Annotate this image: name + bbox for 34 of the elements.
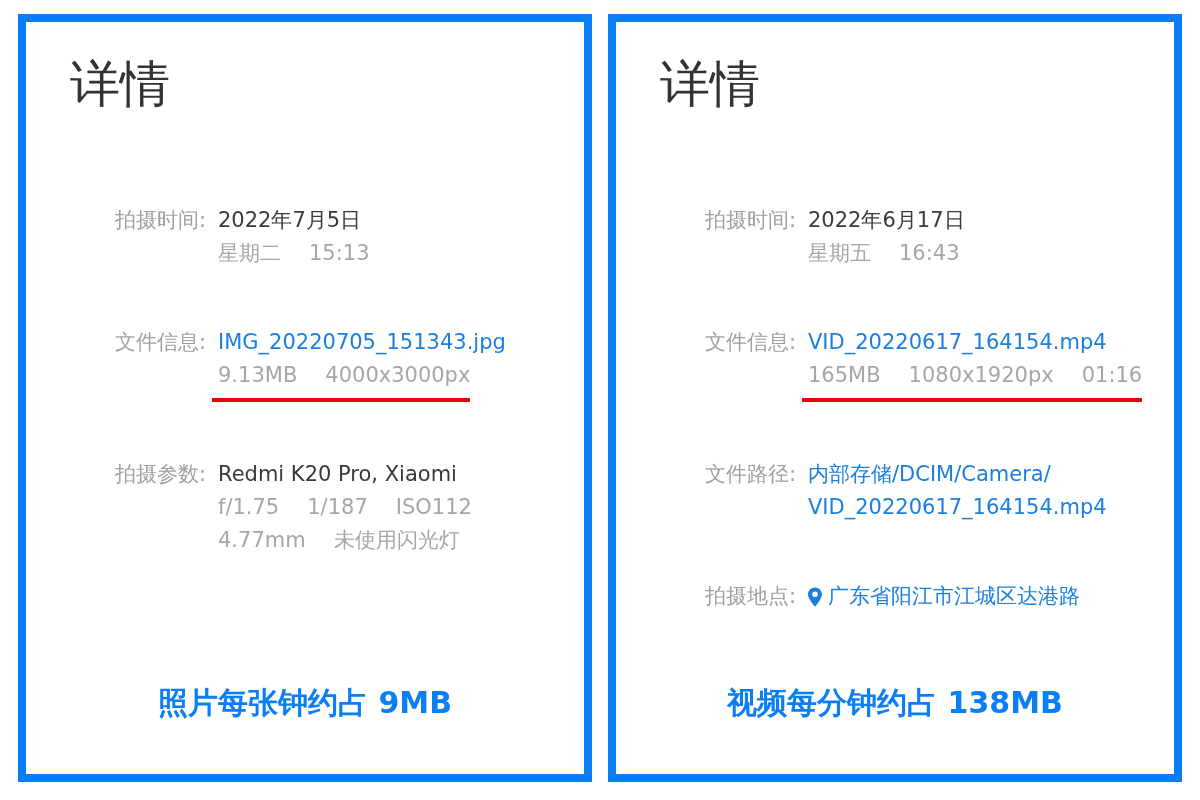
caption-text: 照片每张钟约占 9MB <box>157 684 452 722</box>
value-text: 2022年7月5日 <box>218 207 362 234</box>
value-text: 9.13MB <box>218 362 298 389</box>
field-label: 文件信息: <box>113 329 206 356</box>
value-text: 01:16 <box>1081 362 1143 389</box>
link-text[interactable]: 广东省阳江市江城区达港路 <box>828 580 1080 613</box>
field-label: 拍摄地点: <box>703 583 796 610</box>
field-label: 拍摄时间: <box>113 207 206 234</box>
link-text[interactable]: VID_20220617_164154.mp4 <box>808 326 1107 359</box>
link-text[interactable]: 内部存储/DCIM/Camera/ <box>808 458 1051 491</box>
field-label: 拍摄时间: <box>703 207 796 234</box>
link-text[interactable]: VID_20220617_164154.mp4 <box>808 491 1107 524</box>
value-text: 4.77mm <box>218 527 306 554</box>
location-pin-icon <box>808 586 822 607</box>
value-text: 16:43 <box>899 240 960 267</box>
value-text: 4000x3000px <box>325 362 471 389</box>
value-text: 1080x1920px <box>908 362 1054 389</box>
field-label: 文件信息: <box>703 329 796 356</box>
link-text[interactable]: IMG_20220705_151343.jpg <box>218 326 506 359</box>
caption-text: 视频每分钟约占 138MB <box>727 684 1063 722</box>
value-text: 1/187 <box>307 494 368 521</box>
panel-title: 详情 <box>660 54 760 115</box>
value-text: f/1.75 <box>218 494 280 521</box>
value-text: ISO112 <box>395 494 472 521</box>
panel-title: 详情 <box>70 54 170 115</box>
value-text: 未使用闪光灯 <box>333 527 460 554</box>
field-label: 文件路径: <box>703 461 796 488</box>
value-text: 星期五 <box>808 240 871 267</box>
field-label: 拍摄参数: <box>113 461 206 488</box>
value-text: 2022年6月17日 <box>808 207 965 234</box>
value-text: 15:13 <box>309 240 370 267</box>
value-text: 星期二 <box>218 240 281 267</box>
value-text: Redmi K20 Pro, Xiaomi <box>218 461 457 488</box>
value-text: 165MB <box>808 362 881 389</box>
